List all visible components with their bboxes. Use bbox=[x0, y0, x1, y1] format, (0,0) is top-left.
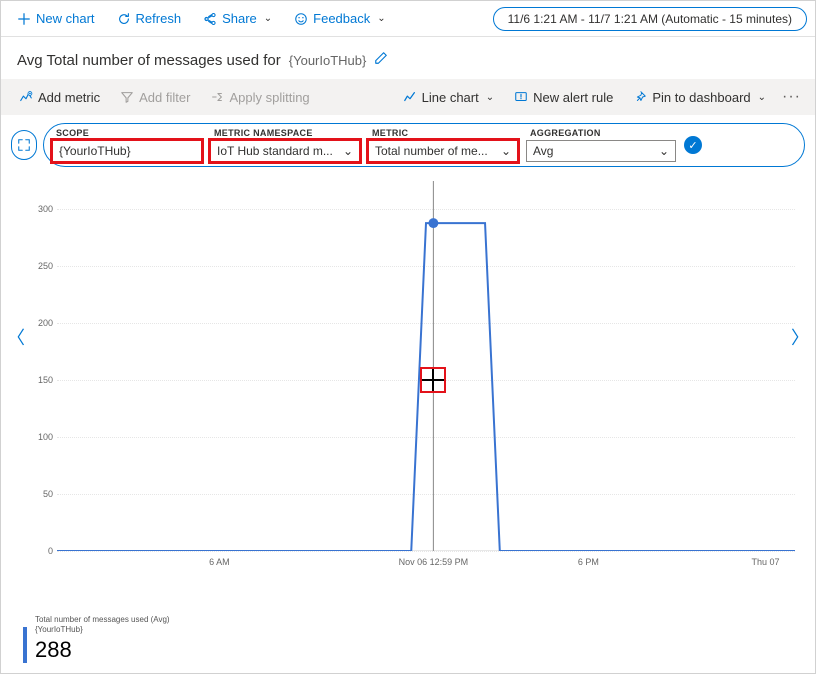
scope-label: SCOPE bbox=[52, 128, 202, 138]
chart-title-prefix: Avg Total number of messages used for bbox=[17, 52, 281, 69]
filter-icon bbox=[120, 90, 134, 104]
feedback-button[interactable]: Feedback ⌄ bbox=[286, 7, 393, 30]
expand-icon bbox=[17, 138, 31, 152]
new-alert-rule-button[interactable]: New alert rule bbox=[506, 86, 621, 109]
pencil-icon bbox=[374, 51, 388, 65]
x-axis: 6 AMNov 06 12:59 PM6 PMThu 07 bbox=[57, 551, 795, 581]
add-metric-label: Add metric bbox=[38, 90, 100, 105]
alert-icon bbox=[514, 90, 528, 104]
chart-toolbar: Add metric Add filter Apply splitting Li… bbox=[1, 79, 815, 115]
more-actions-button[interactable]: ··· bbox=[778, 88, 805, 106]
metric-dropdown[interactable]: Total number of me... ⌄ bbox=[368, 140, 518, 162]
share-button[interactable]: Share ⌄ bbox=[195, 7, 280, 30]
chart-type-selector[interactable]: Line chart ⌄ bbox=[395, 86, 502, 109]
crosshair-marker bbox=[420, 367, 446, 393]
aggregation-value: Avg bbox=[533, 144, 553, 158]
metric-value: Total number of me... bbox=[375, 144, 488, 158]
refresh-icon bbox=[117, 12, 131, 26]
expand-selector-button[interactable] bbox=[11, 130, 37, 160]
add-filter-button[interactable]: Add filter bbox=[112, 86, 198, 109]
chevron-down-icon: ⌄ bbox=[659, 144, 669, 158]
legend-resource: {YourIoTHub} bbox=[35, 625, 170, 635]
time-range-label: 11/6 1:21 AM - 11/7 1:21 AM (Automatic -… bbox=[508, 12, 792, 26]
pin-icon bbox=[633, 90, 647, 104]
share-icon bbox=[203, 12, 217, 26]
line-chart-icon bbox=[403, 90, 417, 104]
refresh-button[interactable]: Refresh bbox=[109, 7, 190, 30]
confirm-selection-button[interactable]: ✓ bbox=[684, 136, 702, 154]
next-chart-button[interactable]: 〉 bbox=[787, 320, 813, 354]
namespace-dropdown[interactable]: IoT Hub standard m... ⌄ bbox=[210, 140, 360, 162]
chart-area: 050100150200250300 6 AMNov 06 12:59 PM6 … bbox=[21, 181, 795, 581]
new-chart-button[interactable]: New chart bbox=[9, 7, 103, 30]
chevron-down-icon: ⌄ bbox=[758, 92, 766, 103]
time-range-selector[interactable]: 11/6 1:21 AM - 11/7 1:21 AM (Automatic -… bbox=[493, 7, 807, 31]
aggregation-dropdown[interactable]: Avg ⌄ bbox=[526, 140, 676, 162]
metric-selector: METRIC Total number of me... ⌄ bbox=[368, 128, 518, 162]
chart-title-resource: {YourIoTHub} bbox=[289, 53, 367, 68]
chevron-down-icon: ⌄ bbox=[501, 144, 511, 158]
chevron-down-icon: ⌄ bbox=[343, 144, 353, 158]
split-icon bbox=[210, 90, 224, 104]
plus-icon bbox=[17, 12, 31, 26]
add-filter-label: Add filter bbox=[139, 90, 190, 105]
feedback-icon bbox=[294, 12, 308, 26]
edit-title-button[interactable] bbox=[374, 51, 388, 69]
chart-title-row: Avg Total number of messages used for {Y… bbox=[1, 37, 815, 79]
add-metric-icon bbox=[19, 90, 33, 104]
scope-dropdown[interactable]: {YourIoTHub} bbox=[52, 140, 202, 162]
share-label: Share bbox=[222, 11, 257, 26]
namespace-label: METRIC NAMESPACE bbox=[210, 128, 360, 138]
chart-legend: Total number of messages used (Avg) {You… bbox=[23, 615, 170, 663]
top-toolbar: New chart Refresh Share ⌄ Feedback ⌄ 11/… bbox=[1, 1, 815, 37]
metric-selectors-container: SCOPE {YourIoTHub} METRIC NAMESPACE IoT … bbox=[43, 123, 805, 167]
chevron-down-icon: ⌄ bbox=[486, 92, 494, 103]
chart-type-label: Line chart bbox=[422, 90, 479, 105]
scope-value: {YourIoTHub} bbox=[59, 144, 131, 158]
namespace-value: IoT Hub standard m... bbox=[217, 144, 333, 158]
chart-plot[interactable] bbox=[57, 181, 795, 551]
add-metric-button[interactable]: Add metric bbox=[11, 86, 108, 109]
previous-chart-button[interactable]: 〈 bbox=[3, 320, 29, 354]
metric-selector-row: SCOPE {YourIoTHub} METRIC NAMESPACE IoT … bbox=[1, 115, 815, 175]
pin-to-dashboard-label: Pin to dashboard bbox=[652, 90, 750, 105]
refresh-label: Refresh bbox=[136, 11, 182, 26]
feedback-label: Feedback bbox=[313, 11, 370, 26]
legend-text: Total number of messages used (Avg) {You… bbox=[35, 615, 170, 663]
aggregation-label: AGGREGATION bbox=[526, 128, 676, 138]
apply-splitting-button[interactable]: Apply splitting bbox=[202, 86, 317, 109]
chevron-down-icon: ⌄ bbox=[264, 13, 272, 24]
pin-to-dashboard-button[interactable]: Pin to dashboard ⌄ bbox=[625, 86, 774, 109]
aggregation-selector: AGGREGATION Avg ⌄ bbox=[526, 128, 676, 162]
chevron-down-icon: ⌄ bbox=[377, 13, 385, 24]
legend-value: 288 bbox=[35, 637, 170, 663]
legend-color-swatch bbox=[23, 627, 27, 663]
y-axis: 050100150200250300 bbox=[21, 181, 57, 551]
scope-selector: SCOPE {YourIoTHub} bbox=[52, 128, 202, 162]
legend-series-name: Total number of messages used (Avg) bbox=[35, 615, 170, 625]
new-alert-rule-label: New alert rule bbox=[533, 90, 613, 105]
metric-label: METRIC bbox=[368, 128, 518, 138]
apply-splitting-label: Apply splitting bbox=[229, 90, 309, 105]
new-chart-label: New chart bbox=[36, 11, 95, 26]
namespace-selector: METRIC NAMESPACE IoT Hub standard m... ⌄ bbox=[210, 128, 360, 162]
